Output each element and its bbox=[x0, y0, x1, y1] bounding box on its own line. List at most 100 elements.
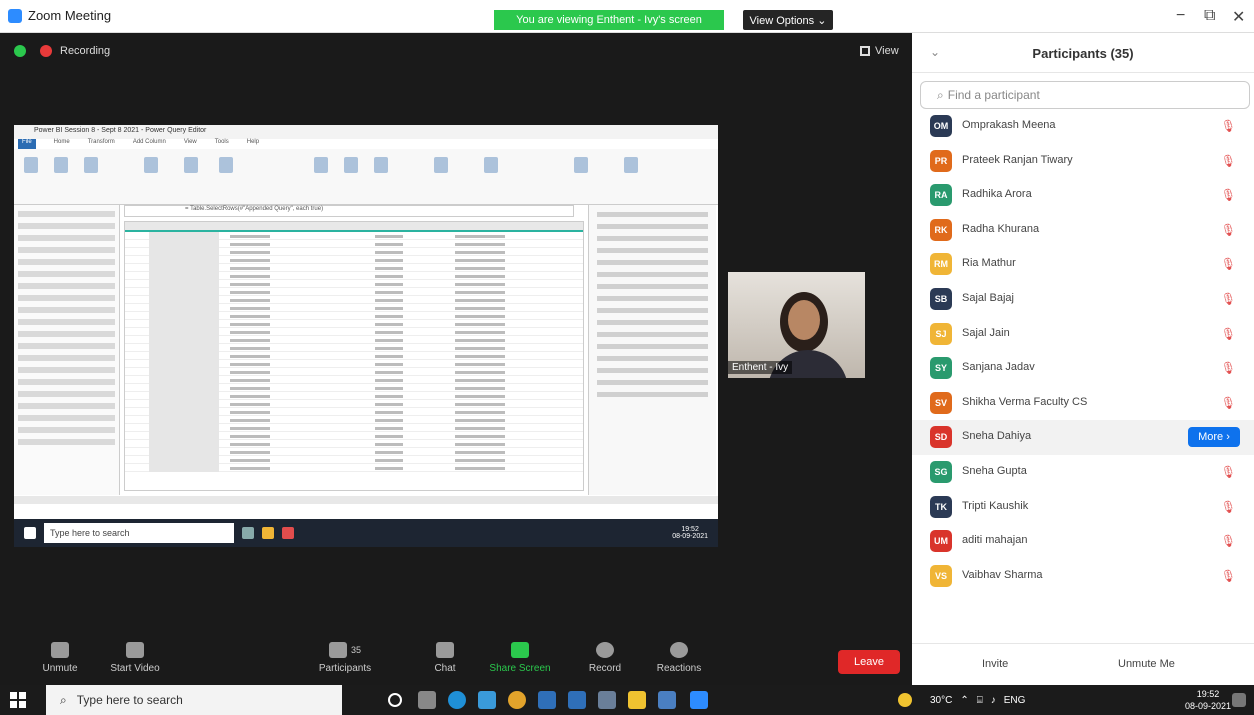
participant-name: Radha Khurana bbox=[962, 222, 1040, 235]
leave-button[interactable]: Leave bbox=[838, 650, 900, 674]
invite-button[interactable]: Invite bbox=[982, 658, 1008, 670]
calendar-icon[interactable] bbox=[568, 691, 586, 709]
participant-row[interactable]: SG Sneha Gupta 🎙 bbox=[912, 455, 1254, 490]
ribbon-tab: Transform bbox=[87, 139, 115, 145]
participant-row[interactable]: SD Sneha Dahiya More › bbox=[912, 420, 1254, 455]
participant-row[interactable]: VS Vaibhav Sharma 🎙 bbox=[912, 559, 1254, 594]
recording-label: Recording bbox=[60, 45, 111, 57]
zoom-logo-icon bbox=[8, 8, 22, 23]
view-button[interactable]: View bbox=[860, 45, 899, 57]
chevron-up-icon[interactable]: ⌃ bbox=[960, 695, 968, 706]
search-icon: ⌕ bbox=[60, 692, 67, 707]
muted-mic-icon: 🎙 bbox=[1220, 395, 1236, 410]
notifications-icon[interactable] bbox=[1232, 693, 1246, 707]
query-settings-pane bbox=[588, 205, 716, 495]
participant-row[interactable]: UM aditi mahajan 🎙 bbox=[912, 524, 1254, 559]
view-label: View bbox=[875, 45, 899, 57]
avatar: SY bbox=[930, 357, 952, 380]
avatar: RM bbox=[930, 253, 952, 276]
avatar: OM bbox=[930, 115, 952, 137]
shared-taskbar: Type here to search 19:52 08-09-2021 bbox=[14, 519, 718, 547]
grid-view-icon bbox=[860, 46, 870, 56]
share-screen-button[interactable]: Share Screen bbox=[488, 642, 552, 674]
unmute-me-button[interactable]: Unmute Me bbox=[1118, 658, 1175, 670]
video-tile[interactable]: Enthent - Ivy bbox=[728, 272, 865, 378]
participant-row[interactable]: RK Radha Khurana 🎙 bbox=[912, 213, 1254, 248]
ribbon-tab: Home bbox=[53, 139, 70, 145]
screen-share-banner: You are viewing Enthent - Ivy's screen bbox=[494, 10, 724, 30]
share-screen-label: Share Screen bbox=[489, 663, 551, 674]
formula-bar: = Table.SelectRows(#"Appended Query", ea… bbox=[124, 205, 574, 217]
muted-mic-icon: 🎙 bbox=[1220, 222, 1236, 237]
participant-row[interactable]: SV Shikha Verma Faculty CS 🎙 bbox=[912, 386, 1254, 421]
panel-title: Participants (35) bbox=[1032, 46, 1134, 61]
taskbar-clock[interactable]: 19:52 08-09-2021 bbox=[1185, 688, 1231, 712]
taskbar-search-placeholder: Type here to search bbox=[76, 693, 183, 707]
start-video-button[interactable]: Start Video bbox=[100, 642, 170, 674]
muted-mic-icon: 🎙 bbox=[1220, 499, 1236, 514]
shared-screen: Power BI Session 8 - Sept 8 2021 - Power… bbox=[14, 125, 718, 519]
ribbon-icon bbox=[574, 157, 588, 173]
cortana-icon[interactable] bbox=[388, 693, 402, 707]
lang-label[interactable]: ENG bbox=[1004, 695, 1026, 706]
search-icon: ⌕ bbox=[937, 87, 944, 102]
app-icon[interactable] bbox=[598, 691, 616, 709]
zoom-taskbar-icon[interactable] bbox=[690, 691, 708, 709]
muted-mic-icon: 🎙 bbox=[1220, 568, 1236, 583]
volume-icon[interactable]: ♪ bbox=[991, 695, 996, 706]
more-button[interactable]: More › bbox=[1188, 427, 1240, 448]
video-off-icon bbox=[126, 642, 144, 658]
ribbon-tabs: File Home Transform Add Column View Tool… bbox=[14, 139, 718, 149]
maximize-button[interactable]: ⧉ bbox=[1204, 7, 1215, 25]
panel-header: ⌄ Participants (35) bbox=[912, 33, 1254, 73]
taskbar-time: 19:52 bbox=[1196, 689, 1220, 699]
participants-panel: ⌄ Participants (35) ⌕ Find a participant… bbox=[912, 33, 1254, 685]
participant-row[interactable]: RM Ria Mathur 🎙 bbox=[912, 247, 1254, 282]
unmute-button[interactable]: Unmute bbox=[30, 642, 90, 674]
participants-button[interactable]: 35 Participants bbox=[308, 642, 382, 674]
find-participant-input[interactable]: ⌕ Find a participant bbox=[920, 81, 1250, 109]
network-icon[interactable]: ⌸ bbox=[977, 695, 983, 706]
participants-icon bbox=[328, 642, 347, 658]
participant-row[interactable]: SY Sanjana Jadav 🎙 bbox=[912, 351, 1254, 386]
muted-mic-icon: 🎙 bbox=[1220, 326, 1236, 341]
participant-row[interactable]: SB Sajal Bajaj 🎙 bbox=[912, 282, 1254, 317]
ribbon-icon bbox=[184, 157, 198, 173]
find-participant-placeholder: Find a participant bbox=[947, 88, 1040, 102]
record-button[interactable]: Record bbox=[580, 642, 630, 674]
meeting-toolbar: Unmute Start Video 35 Participants Chat … bbox=[0, 642, 912, 685]
muted-mic-icon: 🎙 bbox=[1220, 153, 1236, 168]
avatar: VS bbox=[930, 564, 952, 587]
task-view-icon[interactable] bbox=[418, 691, 436, 709]
avatar: SD bbox=[930, 426, 952, 449]
participant-name: aditi mahajan bbox=[962, 534, 1028, 547]
participant-row[interactable]: TK Tripti Kaushik 🎙 bbox=[912, 490, 1254, 525]
window-titlebar: Zoom Meeting You are viewing Enthent - I… bbox=[0, 0, 1254, 33]
power-bi-icon[interactable] bbox=[628, 691, 646, 709]
muted-mic-icon: 🎙 bbox=[1220, 534, 1236, 549]
ribbon-icon bbox=[344, 157, 358, 173]
ribbon-icon bbox=[374, 157, 388, 173]
edge-icon[interactable] bbox=[448, 691, 466, 709]
app-icon[interactable] bbox=[658, 691, 676, 709]
store-icon[interactable] bbox=[538, 691, 556, 709]
shared-date: 08-09-2021 bbox=[672, 533, 708, 540]
mail-icon[interactable] bbox=[478, 691, 496, 709]
participant-row[interactable]: RA Radhika Arora 🎙 bbox=[912, 178, 1254, 213]
participant-row[interactable]: SJ Sajal Jain 🎙 bbox=[912, 317, 1254, 352]
ribbon-icon bbox=[219, 157, 233, 173]
avatar: TK bbox=[930, 495, 952, 518]
start-button[interactable] bbox=[10, 692, 26, 708]
ribbon-tab: File bbox=[18, 139, 36, 149]
reactions-button[interactable]: Reactions bbox=[648, 642, 710, 674]
grid-header bbox=[125, 222, 583, 232]
close-button[interactable]: ✕ bbox=[1232, 7, 1245, 27]
chat-button[interactable]: Chat bbox=[425, 642, 465, 674]
view-options-button[interactable]: View Options ⌄ bbox=[743, 10, 833, 30]
participant-row[interactable]: OM Omprakash Meena 🎙 bbox=[912, 109, 1254, 144]
minimize-button[interactable]: − bbox=[1176, 7, 1185, 25]
participant-row[interactable]: PR Prateek Ranjan Tiwary 🎙 bbox=[912, 144, 1254, 179]
taskbar-search-box[interactable]: ⌕ Type here to search bbox=[46, 685, 342, 715]
shield-icon bbox=[14, 45, 26, 57]
app-icon[interactable] bbox=[508, 691, 526, 709]
